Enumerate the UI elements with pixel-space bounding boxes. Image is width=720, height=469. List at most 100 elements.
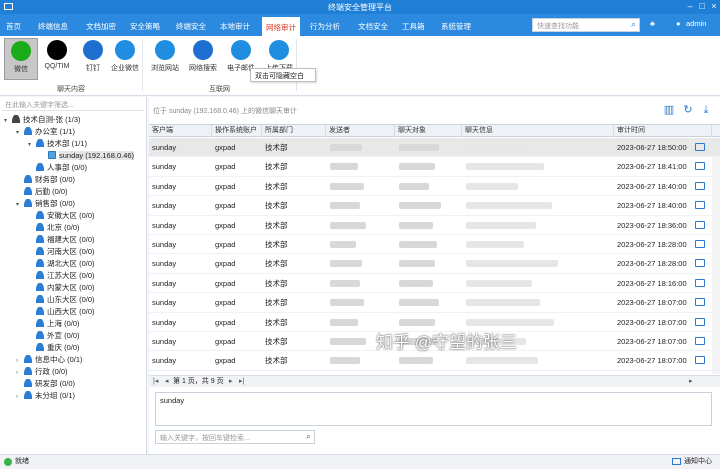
view-screen-icon[interactable] — [695, 181, 705, 190]
menu-tab[interactable]: 本地审计 — [216, 17, 254, 36]
tree-node[interactable]: › 行政 (0/0) — [16, 366, 68, 378]
tree-node[interactable]: 安徽大区 (0/0) — [28, 210, 95, 222]
columns-icon[interactable]: ▥ — [663, 104, 675, 116]
table-row[interactable]: sunday gxpad 技术部 2023-06-27 18:50:00 — [149, 138, 720, 158]
view-screen-icon[interactable] — [695, 356, 705, 365]
table-row[interactable]: sunday gxpad 技术部 2023-06-27 18:07:00 — [149, 293, 720, 313]
expand-toggle-icon[interactable]: ▾ — [4, 115, 12, 127]
function-search-input[interactable]: 快速查找功能 ⌕ — [532, 18, 640, 32]
menu-tab[interactable]: 网络审计 — [262, 17, 300, 36]
tree-node[interactable]: 外宣 (0/0) — [28, 330, 80, 342]
ribbon-button[interactable]: 微信 — [4, 38, 38, 80]
view-screen-icon[interactable] — [695, 143, 705, 151]
ribbon-button[interactable]: 企业微信 — [108, 38, 142, 80]
tree-node[interactable]: › 未分组 (0/1) — [16, 390, 75, 402]
table-row[interactable]: sunday gxpad 技术部 2023-06-27 18:40:00 — [149, 177, 720, 197]
scroll-right-icon[interactable]: ▸ — [689, 376, 693, 388]
ribbon-button[interactable]: 网络搜索 — [186, 38, 220, 80]
tree-node[interactable]: 上海 (0/0) — [28, 318, 80, 330]
view-screen-icon[interactable] — [695, 201, 705, 210]
tree-node[interactable]: 北京 (0/0) — [28, 222, 80, 234]
tree-node[interactable]: ▾ 技术自测-张 (1/3) — [4, 114, 81, 126]
table-row[interactable]: sunday gxpad 技术部 2023-06-27 18:28:00 — [149, 254, 720, 274]
table-row[interactable]: sunday gxpad 技术部 2023-06-27 18:28:00 — [149, 235, 720, 255]
tree-node[interactable]: 人事部 (0/0) — [28, 162, 87, 174]
tree-node[interactable]: 内蒙大区 (0/0) — [28, 282, 95, 294]
prev-page-icon[interactable]: ◂ — [165, 376, 169, 388]
search-icon[interactable]: ⌕ — [631, 19, 636, 30]
view-screen-icon[interactable] — [695, 278, 705, 287]
close-button[interactable]: × — [708, 1, 720, 12]
view-screen-icon[interactable] — [695, 337, 705, 345]
table-row[interactable]: sunday gxpad 技术部 2023-06-27 18:41:00 — [149, 157, 720, 177]
tree-node[interactable]: › 信息中心 (0/1) — [16, 354, 83, 366]
notification-icon[interactable]: ♣ — [650, 19, 655, 28]
menu-tab[interactable]: 系统管理 — [437, 17, 475, 36]
table-row[interactable]: sunday gxpad 技术部 2023-06-27 18:36:00 — [149, 216, 720, 235]
keyword-search-input[interactable]: 输入关键字，按回车键检索... ⌕ — [155, 430, 315, 444]
table-row[interactable]: sunday gxpad 技术部 2023-06-27 18:40:00 — [149, 196, 720, 216]
column-header[interactable]: 客户端 — [149, 125, 212, 137]
tree-node[interactable]: 山东大区 (0/0) — [28, 294, 95, 306]
column-header[interactable]: 发送者 — [326, 125, 395, 137]
tree-node[interactable]: 湖北大区 (0/0) — [28, 258, 95, 270]
expand-toggle-icon[interactable]: › — [16, 391, 24, 403]
tree-node[interactable]: ▾ 办公室 (1/1) — [16, 126, 75, 138]
view-screen-icon[interactable] — [695, 162, 705, 171]
expand-toggle-icon[interactable]: ▾ — [16, 199, 24, 211]
tree-node[interactable]: 后勤 (0/0) — [16, 186, 68, 198]
column-header[interactable]: 所属部门 — [262, 125, 326, 137]
menu-tab[interactable]: 安全策略 — [126, 17, 164, 36]
tree-node[interactable]: sunday (192.168.0.46) — [40, 150, 135, 162]
tree-node[interactable]: ▾ 技术部 (1/1) — [28, 138, 87, 150]
column-header[interactable]: 聊天对象 — [395, 125, 462, 137]
redacted-cell — [399, 144, 439, 151]
notification-center-link[interactable]: 通知中心 — [684, 455, 712, 469]
view-screen-icon[interactable] — [695, 240, 705, 248]
maximize-button[interactable]: □ — [696, 1, 708, 12]
tree-node[interactable]: 研发部 (0/0) — [16, 378, 75, 390]
ribbon-button[interactable]: QQ/TIM — [40, 38, 74, 80]
table-cell: 技术部 — [265, 201, 288, 211]
next-page-icon[interactable]: ▸ — [229, 376, 233, 388]
ribbon-button[interactable]: 钉钉 — [76, 38, 110, 80]
tree-node[interactable]: 江苏大区 (0/0) — [28, 270, 95, 282]
column-header[interactable]: 操作系统账户 — [212, 125, 262, 137]
menu-tab[interactable]: 首页 — [2, 17, 25, 36]
app-window: { "window": {"title": "终端安全管理平台"}, "menu… — [0, 0, 720, 469]
menu-tab[interactable]: 工具箱 — [398, 17, 429, 36]
tree-node[interactable]: 山西大区 (0/0) — [28, 306, 95, 318]
view-screen-icon[interactable] — [695, 317, 705, 326]
first-page-icon[interactable]: |◂ — [153, 376, 158, 388]
user-name[interactable]: admin — [686, 19, 706, 28]
menu-tab[interactable]: 终端信息 — [34, 17, 72, 36]
expand-toggle-icon[interactable]: ▾ — [28, 139, 36, 151]
column-header[interactable]: 审计时间 — [614, 125, 712, 137]
table-row[interactable]: sunday gxpad 技术部 2023-06-27 18:16:00 — [149, 274, 720, 294]
tree-node[interactable]: 福建大区 (0/0) — [28, 234, 95, 246]
search-icon[interactable]: ⌕ — [306, 431, 311, 442]
refresh-icon[interactable]: ↻ — [682, 104, 694, 116]
menu-tab[interactable]: 行为分析 — [306, 17, 344, 36]
ribbon-button[interactable]: 浏览网站 — [148, 38, 182, 80]
view-screen-icon[interactable] — [695, 220, 705, 229]
menu-tab[interactable]: 文档加密 — [82, 17, 120, 36]
tree-node[interactable]: 重庆 (0/0) — [28, 342, 80, 354]
menu-tab[interactable]: 文档安全 — [354, 17, 392, 36]
user-avatar-icon[interactable]: ● — [676, 19, 681, 28]
tree-filter-input[interactable]: 在此输入关键字筛选... — [2, 99, 144, 111]
minimize-button[interactable]: – — [684, 1, 696, 12]
notification-center-icon[interactable] — [672, 458, 681, 465]
download-icon[interactable]: ⤓ — [700, 104, 712, 116]
view-screen-icon[interactable] — [695, 259, 705, 268]
view-screen-icon[interactable] — [695, 298, 705, 307]
column-header[interactable]: 聊天信息 — [462, 125, 614, 137]
table-row[interactable]: sunday gxpad 技术部 2023-06-27 18:07:00 — [149, 351, 720, 371]
last-page-icon[interactable]: ▸| — [239, 376, 244, 388]
tree-node[interactable]: ▾ 销售部 (0/0) — [16, 198, 75, 210]
expand-toggle-icon[interactable]: ▾ — [16, 127, 24, 139]
tree-node[interactable]: 财务部 (0/0) — [16, 174, 75, 186]
tree-node[interactable]: 河南大区 (0/0) — [28, 246, 95, 258]
message-detail-box[interactable]: sunday — [155, 392, 712, 426]
menu-tab[interactable]: 终端安全 — [172, 17, 210, 36]
